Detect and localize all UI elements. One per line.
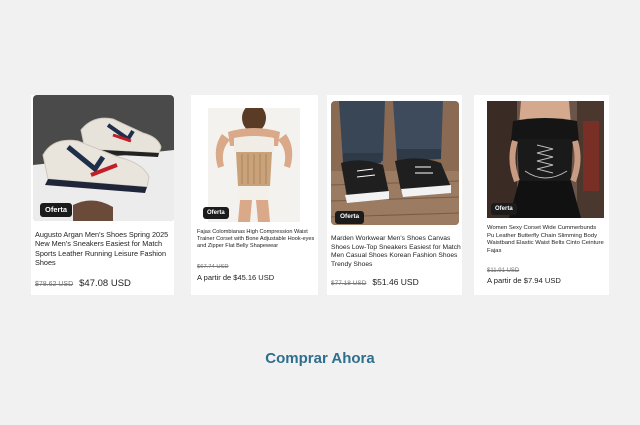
product-card[interactable]: Oferta Fajas Colombianas High Compressio…	[191, 95, 318, 295]
original-price: $11.91 USD	[487, 268, 520, 274]
product-title[interactable]: Marden Workwear Men's Shoes Canvas Shoes…	[331, 235, 461, 269]
product-title[interactable]: Augusto Argan Men's Shoes Spring 2025 Ne…	[35, 230, 175, 267]
sale-price: A partir de $45.16 USD	[197, 273, 275, 282]
product-image-shapewear[interactable]	[208, 108, 300, 222]
price-block: $67.74 USD A partir de $45.16 USD	[197, 264, 315, 282]
offer-badge: Oferta	[40, 203, 73, 217]
sale-price: A partir de $7.94 USD	[487, 276, 561, 285]
original-price: $78.62 USD	[35, 281, 74, 288]
price-block: $11.91 USD A partir de $7.94 USD	[487, 268, 605, 285]
product-card[interactable]: Oferta Women Sexy Corset Wide Cummerbund…	[474, 95, 609, 295]
offer-badge: Oferta	[203, 207, 229, 219]
offer-badge: Oferta	[491, 203, 517, 215]
original-price: $67.74 USD	[197, 264, 229, 270]
shop-now-link[interactable]: Comprar Ahora	[0, 350, 640, 367]
product-image-canvas-shoes[interactable]	[331, 101, 459, 225]
product-image-corset-belt[interactable]	[487, 101, 604, 218]
price-block: $78.62 USD $47.08 USD	[35, 273, 131, 291]
offer-badge: Oferta	[335, 211, 365, 224]
original-price: $77.18 USD	[331, 280, 367, 287]
sale-price: $51.46 USD	[372, 277, 419, 287]
product-title[interactable]: Fajas Colombianas High Compression Waist…	[197, 229, 315, 250]
price-block: $77.18 USD $51.46 USD	[331, 272, 419, 290]
product-showcase: Oferta Augusto Argan Men's Shoes Spring …	[0, 0, 640, 425]
product-card[interactable]: Oferta Marden Workwear Men's Shoes Canva…	[327, 95, 462, 295]
product-card[interactable]: Oferta Augusto Argan Men's Shoes Spring …	[31, 95, 174, 295]
product-title[interactable]: Women Sexy Corset Wide Cummerbunds Pu Le…	[487, 225, 605, 255]
sale-price: $47.08 USD	[79, 278, 131, 289]
